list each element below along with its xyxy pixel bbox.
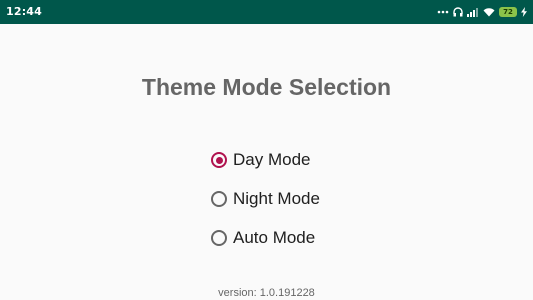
version-text: version: 1.0.191228: [218, 287, 315, 299]
charging-icon: [521, 7, 527, 17]
status-time: 12:44: [6, 5, 43, 18]
status-icons: 72: [437, 5, 527, 19]
dots-icon: [437, 10, 449, 14]
option-label: Day Mode: [233, 150, 311, 169]
theme-mode-radio-group: Day Mode Night Mode Auto Mode: [211, 148, 320, 265]
option-day-mode[interactable]: Day Mode: [211, 148, 320, 172]
radio-button-day-mode[interactable]: [211, 152, 227, 168]
option-auto-mode[interactable]: Auto Mode: [211, 226, 320, 250]
headphones-icon: [453, 7, 463, 17]
option-night-mode[interactable]: Night Mode: [211, 187, 320, 211]
option-label: Night Mode: [233, 189, 320, 208]
radio-button-night-mode[interactable]: [211, 191, 227, 207]
option-label: Auto Mode: [233, 228, 316, 247]
signal-icon: [467, 8, 478, 17]
radio-button-auto-mode[interactable]: [211, 230, 227, 246]
battery-icon: 72: [499, 7, 517, 17]
status-bar: 12:44 72: [0, 0, 533, 24]
page-title: Theme Mode Selection: [141, 74, 392, 100]
wifi-icon: [483, 8, 495, 17]
